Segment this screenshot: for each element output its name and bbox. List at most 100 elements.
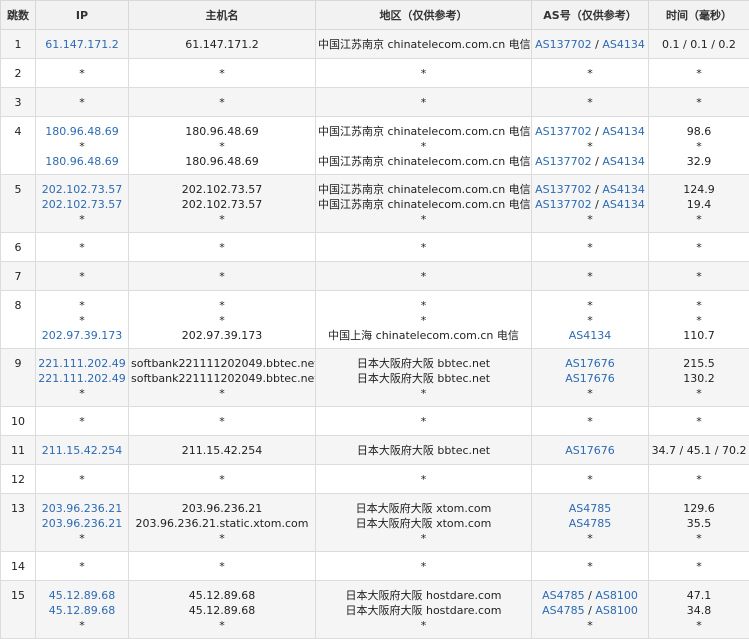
- hostname-text: softbank221111202049.bbtec.net: [131, 371, 313, 386]
- ip-cell: **202.97.39.173: [36, 291, 129, 349]
- ip-address-link[interactable]: 180.96.48.69: [38, 154, 126, 169]
- time-cell: *: [649, 88, 749, 117]
- ip-address-link[interactable]: 211.15.42.254: [38, 443, 126, 458]
- ip-address-link[interactable]: 203.96.236.21: [38, 501, 126, 516]
- location-text: 中国江苏南京 chinatelecom.com.cn 电信: [318, 37, 529, 52]
- hop-cell: 11: [1, 436, 36, 465]
- ip-address-link: *: [38, 386, 126, 401]
- as-number-link[interactable]: AS4785: [542, 589, 585, 602]
- ip-address-link: *: [38, 472, 126, 487]
- as-number-link[interactable]: AS137702: [535, 125, 592, 138]
- hostname-text: 202.102.73.57: [131, 197, 313, 212]
- as-number-link[interactable]: AS17676: [565, 372, 615, 385]
- as-number-link[interactable]: AS4785: [569, 517, 612, 530]
- ip-address-link: *: [38, 559, 126, 574]
- time-cell: *: [649, 233, 749, 262]
- as-line: *: [534, 531, 646, 546]
- as-separator: *: [587, 241, 593, 254]
- hop-cell: 9: [1, 349, 36, 407]
- time-cell: *: [649, 552, 749, 581]
- latency-text: *: [651, 531, 747, 546]
- hop-cell: 1: [1, 30, 36, 59]
- hostname-text: *: [131, 559, 313, 574]
- ip-address-link[interactable]: 45.12.89.68: [38, 588, 126, 603]
- as-cell: AS137702 / AS4134: [532, 30, 649, 59]
- time-cell: 98.6*32.9: [649, 117, 749, 175]
- latency-text: 130.2: [651, 371, 747, 386]
- as-line: AS4785 / AS8100: [534, 588, 646, 603]
- hop-number: 9: [15, 357, 22, 370]
- hop-cell: 15: [1, 581, 36, 639]
- as-separator: *: [587, 619, 593, 632]
- hostname-text: 202.102.73.57: [131, 182, 313, 197]
- ip-address-link[interactable]: 202.97.39.173: [38, 328, 126, 343]
- as-number-link[interactable]: AS4134: [602, 38, 645, 51]
- latency-text: 19.4: [651, 197, 747, 212]
- hop-number: 2: [15, 67, 22, 80]
- as-separator: *: [587, 532, 593, 545]
- hostname-text: *: [131, 240, 313, 255]
- ip-address-link[interactable]: 180.96.48.69: [38, 124, 126, 139]
- latency-text: 47.1: [651, 588, 747, 603]
- ip-address-link[interactable]: 202.102.73.57: [38, 197, 126, 212]
- as-number-link[interactable]: AS4785: [542, 604, 585, 617]
- as-number-link[interactable]: AS137702: [535, 198, 592, 211]
- ip-cell: 45.12.89.6845.12.89.68*: [36, 581, 129, 639]
- as-line: *: [534, 95, 646, 110]
- as-number-link[interactable]: AS137702: [535, 38, 592, 51]
- as-separator: /: [592, 125, 603, 138]
- table-row: 161.147.171.261.147.171.2中国江苏南京 chinatel…: [1, 30, 749, 59]
- hostname-cell: *: [129, 262, 316, 291]
- latency-text: 35.5: [651, 516, 747, 531]
- as-line: *: [534, 386, 646, 401]
- as-number-link[interactable]: AS137702: [535, 155, 592, 168]
- location-cell: *: [316, 552, 532, 581]
- as-number-link[interactable]: AS4134: [602, 125, 645, 138]
- as-number-link[interactable]: AS17676: [565, 444, 615, 457]
- hop-number: 7: [15, 270, 22, 283]
- table-row: 14*****: [1, 552, 749, 581]
- as-separator: /: [585, 604, 596, 617]
- time-cell: 47.134.8*: [649, 581, 749, 639]
- ip-address-link: *: [38, 313, 126, 328]
- as-number-link[interactable]: AS4134: [602, 198, 645, 211]
- as-line: *: [534, 298, 646, 313]
- latency-text: 34.7 / 45.1 / 70.2: [651, 443, 747, 458]
- location-cell: 日本大阪府大阪 bbtec.net: [316, 436, 532, 465]
- as-number-link[interactable]: AS137702: [535, 183, 592, 196]
- hop-number: 12: [11, 473, 25, 486]
- hop-cell: 13: [1, 494, 36, 552]
- as-cell: *: [532, 59, 649, 88]
- as-number-link[interactable]: AS4785: [569, 502, 612, 515]
- as-number-link[interactable]: AS8100: [595, 589, 638, 602]
- ip-address-link: *: [38, 269, 126, 284]
- ip-address-link[interactable]: 202.102.73.57: [38, 182, 126, 197]
- as-number-link[interactable]: AS17676: [565, 357, 615, 370]
- hostname-cell: 211.15.42.254: [129, 436, 316, 465]
- ip-cell: 203.96.236.21203.96.236.21*: [36, 494, 129, 552]
- latency-text: *: [651, 269, 747, 284]
- as-cell: AS17676: [532, 436, 649, 465]
- hop-cell: 10: [1, 407, 36, 436]
- location-cell: *: [316, 465, 532, 494]
- as-number-link[interactable]: AS4134: [602, 183, 645, 196]
- ip-address-link[interactable]: 221.111.202.49: [38, 356, 126, 371]
- as-cell: *: [532, 262, 649, 291]
- as-cell: *: [532, 88, 649, 117]
- latency-text: *: [651, 95, 747, 110]
- as-number-link[interactable]: AS4134: [569, 329, 612, 342]
- ip-address-link[interactable]: 221.111.202.49: [38, 371, 126, 386]
- ip-cell: *: [36, 88, 129, 117]
- ip-cell: *: [36, 233, 129, 262]
- as-number-link[interactable]: AS4134: [602, 155, 645, 168]
- ip-address-link[interactable]: 45.12.89.68: [38, 603, 126, 618]
- ip-address-link: *: [38, 298, 126, 313]
- hop-cell: 5: [1, 175, 36, 233]
- hop-cell: 2: [1, 59, 36, 88]
- ip-address-link[interactable]: 61.147.171.2: [38, 37, 126, 52]
- hop-number: 13: [11, 502, 25, 515]
- ip-address-link[interactable]: 203.96.236.21: [38, 516, 126, 531]
- as-line: *: [534, 269, 646, 284]
- time-cell: *: [649, 465, 749, 494]
- as-number-link[interactable]: AS8100: [595, 604, 638, 617]
